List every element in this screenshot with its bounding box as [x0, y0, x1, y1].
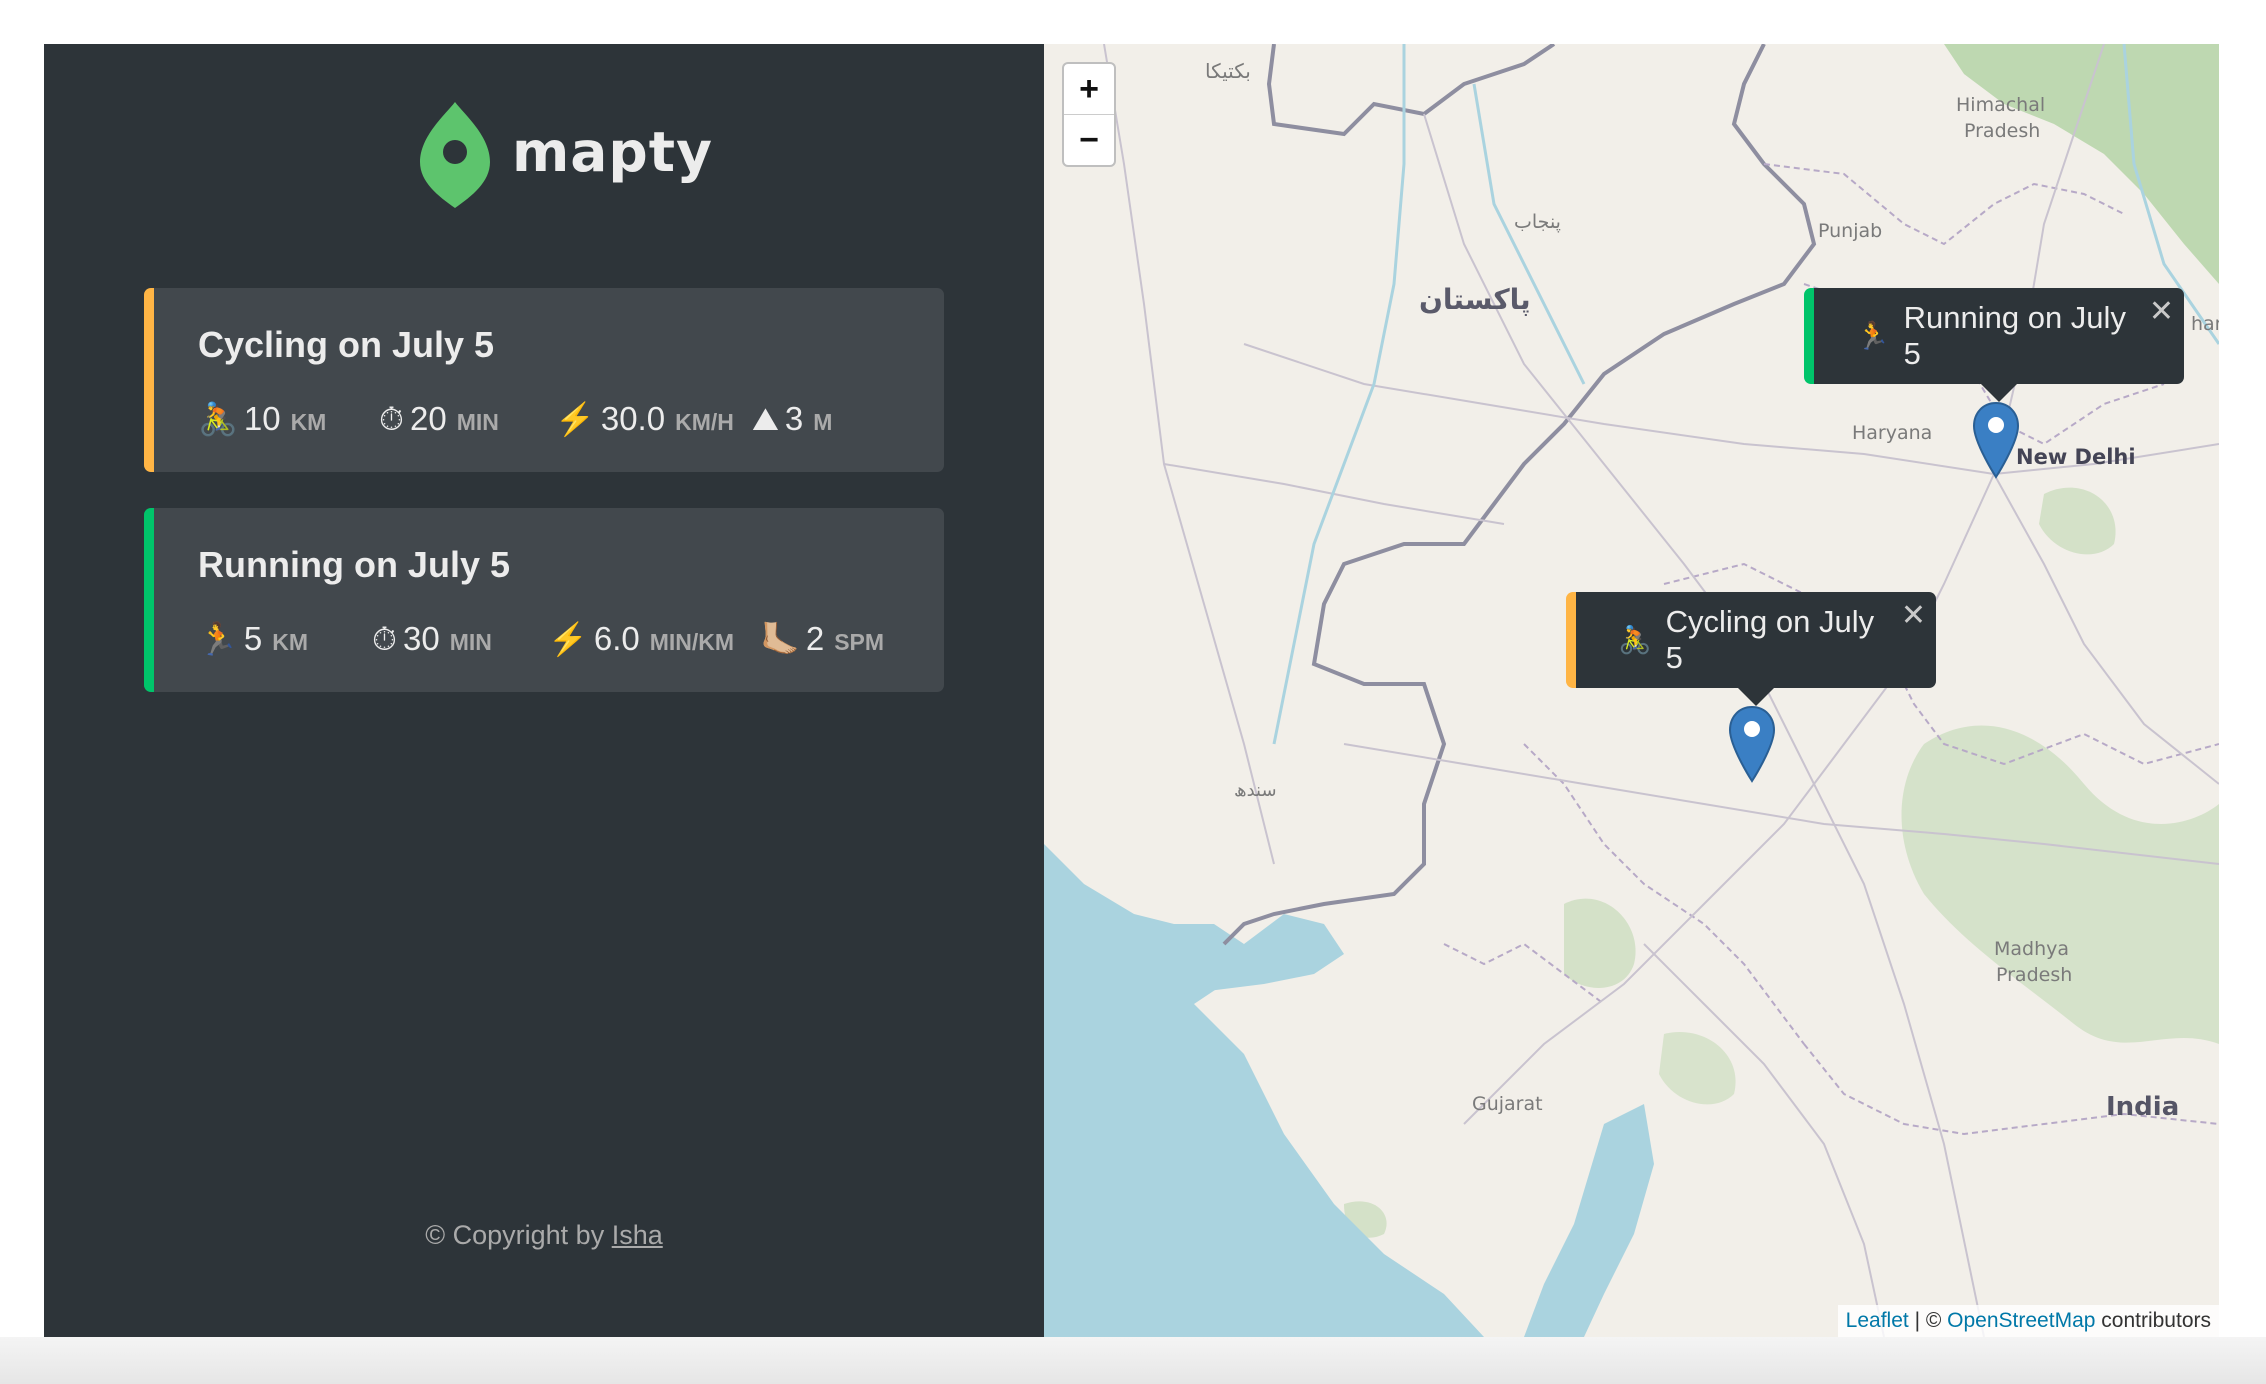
map-label-punjab-urdu: پنجاب: [1514, 211, 1561, 233]
speed-value: 30.0: [600, 400, 666, 437]
popup-cycling[interactable]: 🚴 Cycling on July 5 ✕: [1566, 592, 1936, 706]
map[interactable]: بکتیکا پنجاب پاکستان سندھ Himachal Prade…: [1044, 44, 2219, 1337]
app-container: mapty Cycling on July 5 🚴 10 KM ⏱ 20 MIN: [44, 44, 2219, 1337]
elevation-detail: ⛰ 3 M: [752, 400, 832, 438]
popup-text: Cycling on July 5: [1665, 604, 1875, 675]
zoom-in-button[interactable]: +: [1064, 64, 1114, 114]
map-label-haryana: Haryana: [1852, 422, 1932, 444]
duration-value: 20: [409, 400, 447, 437]
workout-details: 🏃 5 KM ⏱ 30 MIN ⚡️ 6.0 MIN/KM 🦶🏼 2 SPM: [198, 620, 944, 658]
workout-details: 🚴 10 KM ⏱ 20 MIN ⚡️ 30.0 KM/H ⛰ 3 M: [198, 400, 944, 438]
map-tiles[interactable]: بکتیکا پنجاب پاکستان سندھ Himachal Prade…: [1044, 44, 2219, 1337]
attribution-suffix: contributors: [2095, 1309, 2211, 1332]
workout-title: Cycling on July 5: [198, 324, 495, 365]
zoom-out-button[interactable]: −: [1064, 114, 1114, 165]
logo: mapty: [416, 100, 713, 210]
cadence-detail: 🦶🏼 2 SPM: [760, 620, 884, 658]
runner-icon: 🏃: [1856, 321, 1890, 351]
duration-detail: ⏱ 20 MIN: [379, 400, 555, 438]
window-bottom-edge: [0, 1337, 2266, 1384]
cyclist-icon: 🚴: [198, 401, 238, 437]
popup-text: Running on July 5: [1903, 300, 2126, 371]
cyclist-icon: 🚴: [1618, 625, 1652, 655]
lightning-icon: ⚡️: [548, 621, 588, 657]
duration-unit: MIN: [449, 629, 492, 655]
distance-unit: KM: [290, 409, 327, 435]
map-label-madhya: Madhya: [1994, 938, 2069, 960]
popup-close-button[interactable]: ✕: [2149, 294, 2174, 329]
pace-value: 6.0: [593, 620, 640, 657]
distance-unit: KM: [272, 629, 308, 655]
map-label-himachal: Himachal: [1956, 94, 2045, 116]
foot-icon: 🦶🏼: [760, 621, 800, 657]
zoom-control: + −: [1062, 62, 1116, 167]
duration-value: 30: [402, 620, 440, 657]
leaflet-link[interactable]: Leaflet: [1846, 1309, 1909, 1332]
logo-text: mapty: [512, 120, 713, 184]
pace-unit: MIN/KM: [649, 629, 735, 655]
map-label-pakistan: پاکستان: [1419, 283, 1531, 316]
map-label-cutoff: har: [2191, 313, 2219, 335]
distance-detail: 🏃 5 KM: [198, 620, 372, 658]
map-label-gujarat: Gujarat: [1472, 1093, 1543, 1115]
runner-icon: 🏃: [198, 621, 238, 657]
popup-running[interactable]: 🏃 Running on July 5 ✕: [1804, 288, 2184, 402]
pace-detail: ⚡️ 6.0 MIN/KM: [548, 620, 760, 658]
duration-detail: ⏱ 30 MIN: [372, 620, 548, 658]
elevation-value: 3: [784, 400, 804, 437]
stopwatch-icon: ⏱: [379, 401, 404, 437]
workout-card-running[interactable]: Running on July 5 🏃 5 KM ⏱ 30 MIN ⚡️ 6.0…: [144, 508, 944, 692]
map-label-new-delhi: New Delhi: [2016, 445, 2136, 469]
distance-value: 5: [243, 620, 263, 657]
map-marker-cycling[interactable]: [1727, 705, 1777, 785]
map-attribution: Leaflet | © OpenStreetMap contributors: [1837, 1305, 2219, 1337]
lightning-icon: ⚡️: [555, 401, 595, 437]
speed-unit: KM/H: [675, 409, 734, 435]
map-label-pradesh: Pradesh: [1964, 120, 2040, 142]
map-marker-running[interactable]: [1971, 401, 2021, 481]
openstreetmap-link[interactable]: OpenStreetMap: [1947, 1309, 2095, 1332]
distance-value: 10: [243, 400, 281, 437]
map-label-madhya-pradesh: Pradesh: [1996, 964, 2072, 986]
workout-title: Running on July 5: [198, 544, 510, 585]
elevation-unit: M: [813, 409, 833, 435]
copyright: © Copyright by Isha: [44, 1220, 1044, 1251]
popup-close-button[interactable]: ✕: [1901, 598, 1926, 633]
cadence-unit: SPM: [834, 629, 885, 655]
mountain-icon: ⛰: [752, 401, 779, 437]
author-link[interactable]: Isha: [612, 1220, 663, 1250]
workout-list: Cycling on July 5 🚴 10 KM ⏱ 20 MIN ⚡️ 30…: [144, 288, 944, 728]
speed-detail: ⚡️ 30.0 KM/H: [555, 400, 752, 438]
sidebar: mapty Cycling on July 5 🚴 10 KM ⏱ 20 MIN: [44, 44, 1044, 1337]
map-label-punjab: Punjab: [1818, 220, 1882, 242]
map-pin-logo-icon: [420, 102, 490, 208]
duration-unit: MIN: [456, 409, 499, 435]
attribution-separator: | ©: [1908, 1309, 1948, 1332]
map-label-india: India: [2106, 1092, 2179, 1122]
map-label-balochistan: بکتیکا: [1205, 59, 1251, 83]
map-label-sindh: سندھ: [1234, 780, 1277, 801]
workout-card-cycling[interactable]: Cycling on July 5 🚴 10 KM ⏱ 20 MIN ⚡️ 30…: [144, 288, 944, 472]
distance-detail: 🚴 10 KM: [198, 400, 379, 438]
cadence-value: 2: [805, 620, 825, 657]
copyright-prefix: © Copyright by: [425, 1220, 612, 1250]
stopwatch-icon: ⏱: [372, 621, 397, 657]
